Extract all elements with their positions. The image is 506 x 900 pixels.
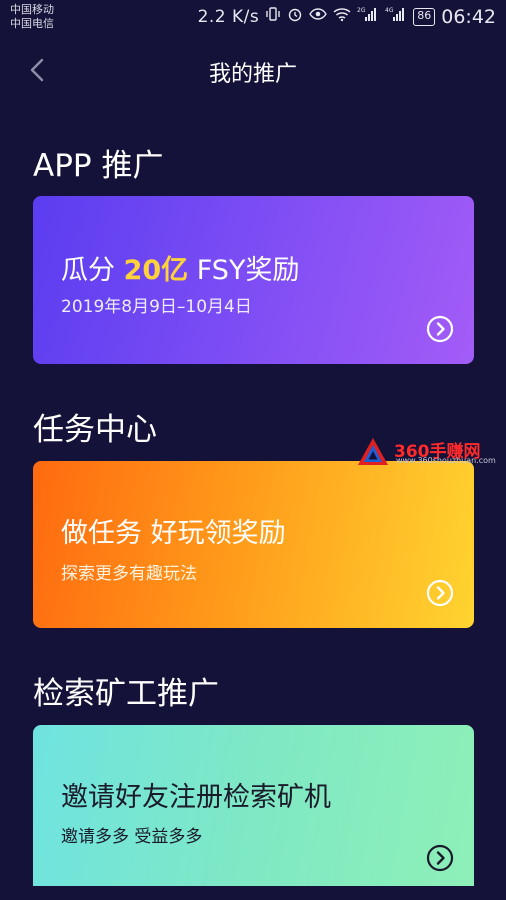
status-bar: 中国移动 中国电信 2.2 K/s 2G 4G 86 06:42 <box>0 0 506 36</box>
signal-label-1: 2G <box>357 7 366 14</box>
card-title: 邀请好友注册检索矿机 <box>61 782 331 813</box>
signal-label-2: 4G <box>385 7 394 14</box>
watermark-logo-icon <box>358 438 388 465</box>
status-icons: 2.2 K/s 2G 4G 86 06:42 <box>198 6 496 28</box>
section-title-miner: 检索矿工推广 <box>33 676 219 712</box>
task-center-card[interactable]: 做任务 好玩领奖励 探索更多有趣玩法 <box>33 461 474 628</box>
app-promo-card[interactable]: 瓜分 20亿 FSY奖励 2019年8月9日–10月4日 <box>33 196 474 364</box>
section-title-app: APP 推广 <box>33 148 164 184</box>
circle-chevron-right-icon[interactable] <box>426 315 454 343</box>
card-subtitle: 邀请多多 受益多多 <box>61 827 203 847</box>
card-subtitle: 探索更多有趣玩法 <box>61 564 197 584</box>
miner-promo-card[interactable]: 邀请好友注册检索矿机 邀请多多 受益多多 <box>33 725 474 893</box>
bottom-edge <box>0 886 506 900</box>
circle-chevron-right-icon[interactable] <box>426 579 454 607</box>
page-title: 我的推广 <box>208 62 297 87</box>
signal-icon: 2G <box>357 6 379 28</box>
status-time: 06:42 <box>441 6 496 28</box>
title-highlight: 20亿 <box>123 255 189 286</box>
battery-icon: 86 <box>413 8 436 26</box>
watermark: 360手赚网 www.360shouzhuan.com <box>356 436 506 468</box>
section-title-tasks: 任务中心 <box>33 412 157 448</box>
circle-chevron-right-icon[interactable] <box>426 844 454 872</box>
net-speed: 2.2 K/s <box>197 7 260 27</box>
nav-bar: 我的推广 <box>0 48 506 92</box>
alarm-icon <box>287 6 303 28</box>
wifi-icon <box>333 6 351 28</box>
card-title: 瓜分 20亿 FSY奖励 <box>61 248 299 287</box>
title-prefix: 瓜分 <box>61 255 124 286</box>
title-suffix: FSY奖励 <box>188 255 300 286</box>
card-title: 做任务 好玩领奖励 <box>61 518 286 549</box>
vibrate-icon <box>265 6 281 28</box>
carrier-info: 中国移动 中国电信 <box>10 3 54 31</box>
watermark-url: www.360shouzhuan.com <box>396 456 496 465</box>
eye-icon <box>309 6 328 28</box>
signal-icon: 4G <box>385 6 407 28</box>
carrier-2: 中国电信 <box>10 17 54 30</box>
card-subtitle: 2019年8月9日–10月4日 <box>61 297 252 317</box>
carrier-1: 中国移动 <box>10 3 54 16</box>
